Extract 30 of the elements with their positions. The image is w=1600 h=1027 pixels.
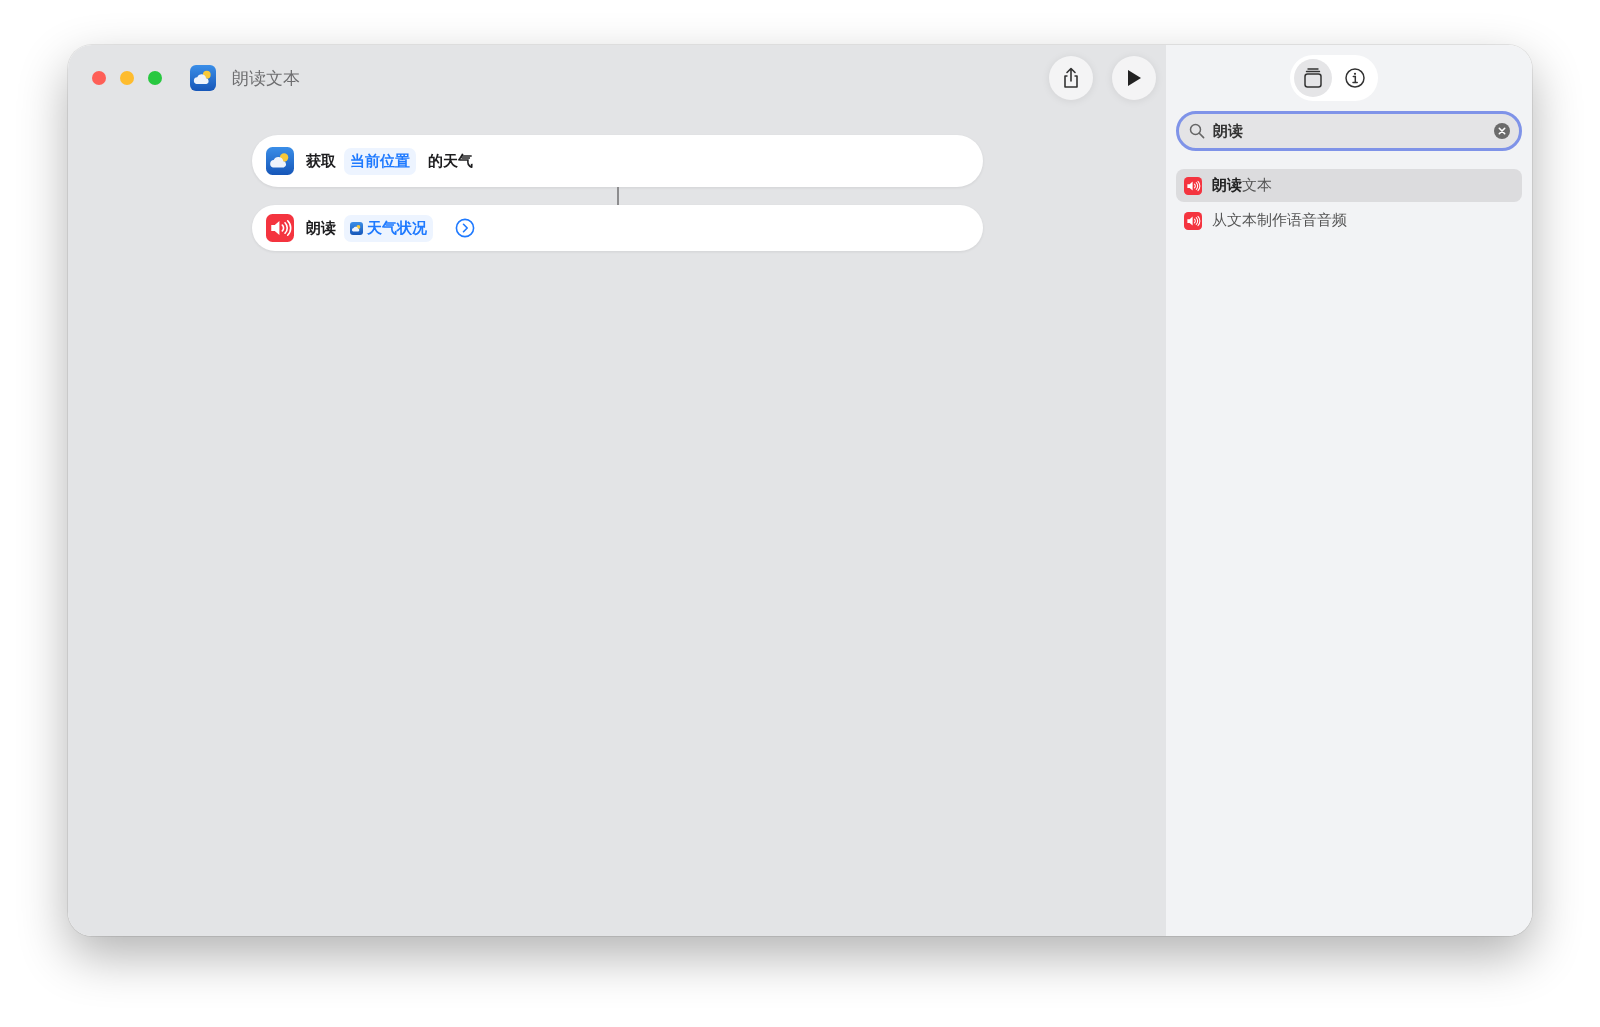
action-text: 的天气 — [428, 151, 473, 171]
speaker-icon — [266, 214, 294, 242]
action-text: 朗读 — [306, 218, 336, 238]
result-label: 从文本制作语音音频 — [1212, 211, 1347, 230]
weather-icon — [266, 147, 294, 175]
weather-icon — [350, 221, 363, 235]
variable-label: 天气状况 — [367, 218, 427, 238]
speaker-icon — [1184, 176, 1202, 195]
variable-token[interactable]: 天气状况 — [344, 214, 433, 242]
action-text: 获取 — [306, 151, 336, 171]
info-icon — [1344, 67, 1366, 89]
share-button[interactable] — [1049, 56, 1093, 100]
parameter-token[interactable]: 当前位置 — [344, 147, 416, 175]
search-field[interactable]: 朗读 — [1176, 111, 1522, 151]
expand-icon[interactable] — [455, 218, 475, 238]
result-item[interactable]: 从文本制作语音音频 — [1176, 204, 1522, 237]
clear-icon[interactable] — [1494, 123, 1510, 139]
play-icon — [1125, 68, 1143, 88]
stack-icon — [1301, 66, 1325, 90]
action-card[interactable]: 朗读 天气状况 — [252, 205, 983, 251]
result-item[interactable]: 朗读文本 — [1176, 169, 1522, 202]
action-card[interactable]: 获取 当前位置 的天气 — [252, 135, 983, 187]
share-icon — [1061, 67, 1081, 89]
run-button[interactable] — [1112, 56, 1156, 100]
window-title: 朗读文本 — [232, 66, 300, 90]
speaker-icon — [1184, 211, 1202, 230]
weather-app-icon — [190, 65, 216, 91]
result-label: 朗读文本 — [1212, 176, 1272, 195]
library-tab[interactable] — [1294, 59, 1332, 97]
search-icon — [1189, 123, 1205, 139]
